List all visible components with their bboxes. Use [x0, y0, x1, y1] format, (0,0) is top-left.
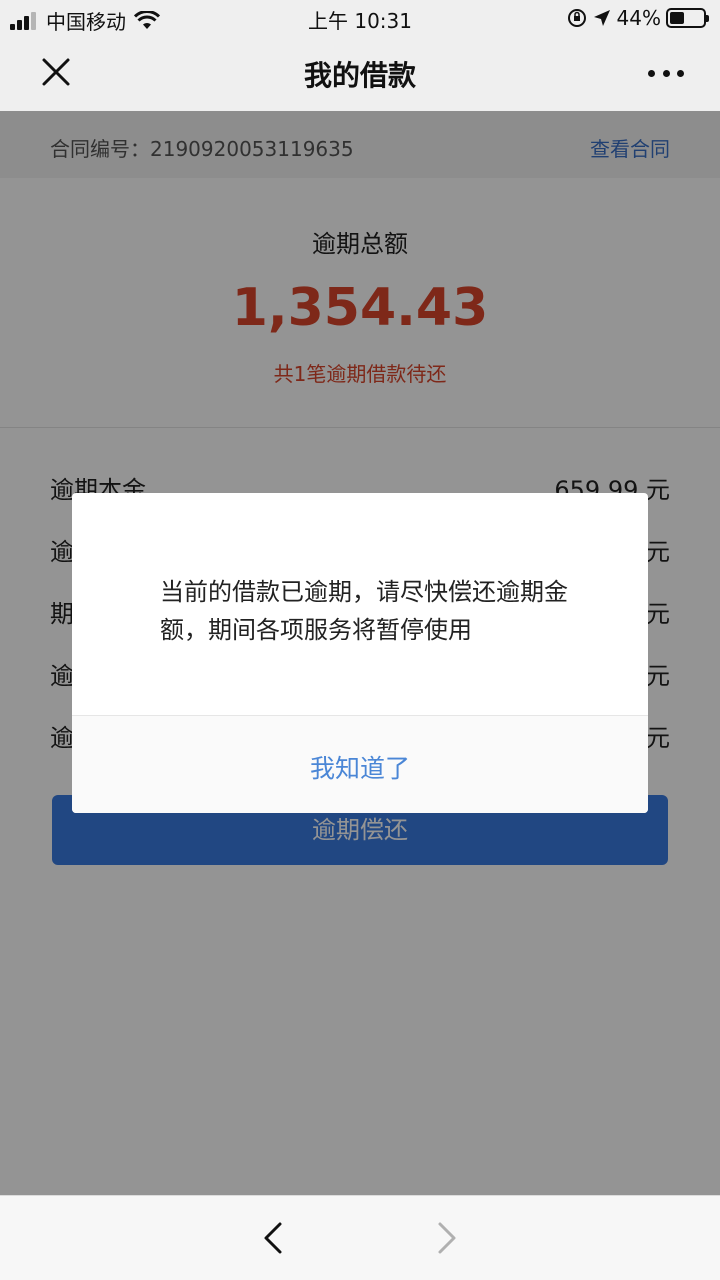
browser-toolbar [0, 1195, 720, 1280]
status-bar: 中国移动 上午 10:31 44% [0, 0, 720, 36]
location-icon [593, 10, 610, 26]
forward-icon[interactable] [430, 1220, 462, 1256]
overdue-alert-dialog: 当前的借款已逾期，请尽快偿还逾期金额，期间各项服务将暂停使用 我知道了 [72, 493, 648, 813]
status-right: 44% [567, 6, 709, 30]
dialog-message: 当前的借款已逾期，请尽快偿还逾期金额，期间各项服务将暂停使用 [160, 578, 568, 644]
dialog-confirm-button[interactable]: 我知道了 [72, 749, 648, 785]
rotation-lock-icon [567, 9, 586, 27]
nav-bar: 我的借款 [0, 36, 720, 111]
battery-icon [666, 8, 709, 28]
battery-percent: 44% [616, 6, 661, 30]
more-icon[interactable] [648, 66, 684, 80]
page-title: 我的借款 [303, 59, 416, 92]
back-icon[interactable] [258, 1220, 290, 1256]
